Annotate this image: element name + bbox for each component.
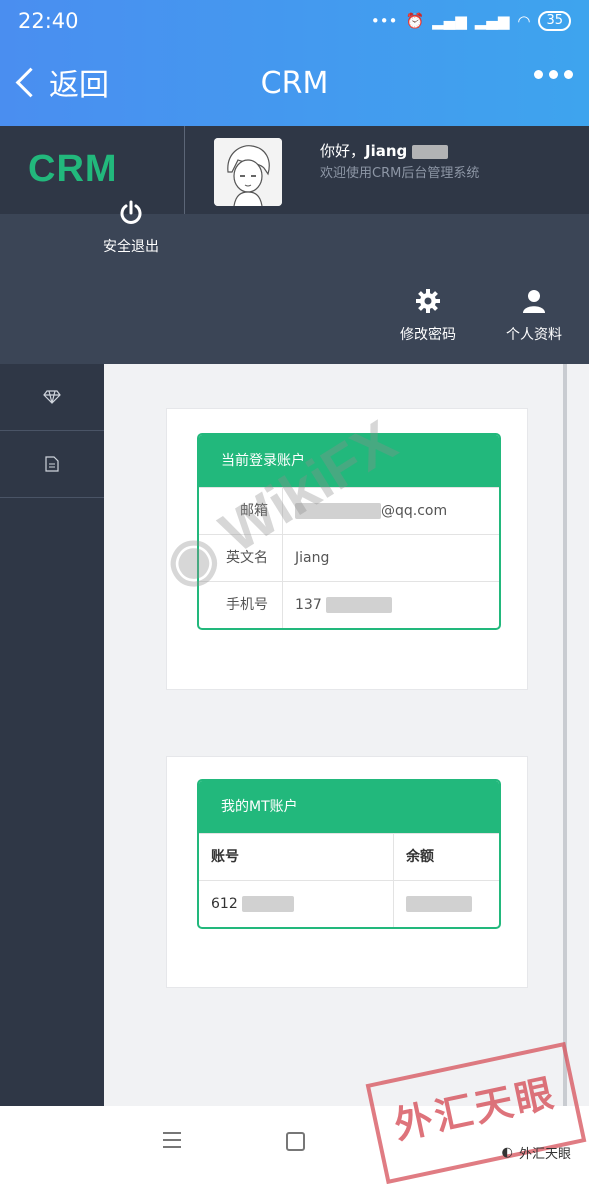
table-row: 邮箱 @qq.com bbox=[199, 487, 499, 534]
account-card: 当前登录账户 邮箱 @qq.com 英文名 Jiang 手机号 137 bbox=[197, 433, 501, 630]
scrollbar[interactable] bbox=[563, 364, 567, 1106]
table-row: 英文名 Jiang bbox=[199, 534, 499, 581]
english-name-label: 英文名 bbox=[199, 535, 283, 581]
phone-text: 137 bbox=[295, 597, 322, 613]
english-name-text: Jiang bbox=[295, 550, 330, 566]
logout-button[interactable]: 安全退出 bbox=[98, 200, 164, 256]
profile-label: 个人资料 bbox=[506, 327, 562, 343]
redacted-block bbox=[412, 144, 449, 159]
title-bar: 返回 CRM bbox=[0, 44, 589, 126]
wechat-source: ◐ 外汇天眼 bbox=[502, 1143, 571, 1162]
main-content: 当前登录账户 邮箱 @qq.com 英文名 Jiang 手机号 137 我的MT… bbox=[104, 364, 589, 1106]
dots-icon: ••• bbox=[370, 12, 398, 30]
change-password-button[interactable]: 修改密码 bbox=[400, 288, 456, 344]
signal-icon-2: ▂▄▆ bbox=[474, 12, 510, 30]
sidebar-item-documents[interactable] bbox=[0, 431, 104, 498]
document-icon bbox=[45, 456, 59, 472]
mt-account-text: 612 bbox=[211, 896, 238, 912]
gear-icon bbox=[416, 289, 440, 313]
mt-account-cell: 612 bbox=[199, 881, 394, 927]
greeting-text: 你好， bbox=[320, 142, 366, 160]
column-header-account: 账号 bbox=[199, 834, 394, 880]
mt-card: 我的MT账户 账号 余额 612 bbox=[197, 779, 501, 929]
redacted-block bbox=[242, 896, 295, 912]
account-card-title: 当前登录账户 bbox=[199, 435, 499, 487]
mt-card-title: 我的MT账户 bbox=[199, 781, 499, 833]
more-dot-icon bbox=[549, 70, 558, 79]
username: Jiang bbox=[365, 142, 408, 160]
change-password-label: 修改密码 bbox=[400, 327, 456, 343]
status-time: 22:40 bbox=[18, 9, 79, 33]
phone-label: 手机号 bbox=[199, 582, 283, 628]
power-icon bbox=[120, 200, 142, 224]
table-row: 612 bbox=[199, 880, 499, 927]
crm-header: CRM 你好，Jiang 欢迎使用CRM后台管理系统 安全退出 修改密码 个人资… bbox=[0, 126, 589, 364]
more-dot-icon bbox=[534, 70, 543, 79]
mt-panel: 我的MT账户 账号 余额 612 bbox=[166, 756, 528, 988]
crm-logo: CRM bbox=[28, 148, 118, 190]
page-title: CRM bbox=[260, 66, 329, 101]
sidebar-item-dashboard[interactable] bbox=[0, 364, 104, 431]
more-dot-icon bbox=[564, 70, 573, 79]
mt-balance-cell bbox=[394, 881, 499, 927]
alarm-icon: ⏰ bbox=[405, 12, 425, 30]
redacted-block bbox=[295, 503, 381, 519]
wechat-label: 外汇天眼 bbox=[518, 1147, 571, 1162]
diamond-icon bbox=[43, 390, 61, 404]
logout-label: 安全退出 bbox=[103, 239, 159, 255]
menu-icon[interactable] bbox=[163, 1132, 181, 1153]
welcome-text: 欢迎使用CRM后台管理系统 bbox=[320, 166, 480, 181]
status-icons: ••• ⏰ ▂▄▆ ▂▄▆ ◠ 35 bbox=[371, 11, 571, 31]
redacted-block bbox=[326, 597, 393, 613]
status-bar: 22:40 ••• ⏰ ▂▄▆ ▂▄▆ ◠ 35 bbox=[0, 0, 589, 44]
header-divider bbox=[184, 126, 185, 214]
table-header: 账号 余额 bbox=[199, 833, 499, 880]
sidebar bbox=[0, 364, 104, 1106]
email-value: @qq.com bbox=[283, 488, 499, 534]
phone-value: 137 bbox=[283, 582, 499, 628]
user-icon bbox=[523, 290, 545, 313]
account-panel: 当前登录账户 邮箱 @qq.com 英文名 Jiang 手机号 137 bbox=[166, 408, 528, 690]
avatar[interactable] bbox=[214, 138, 282, 206]
avatar-image bbox=[214, 138, 282, 206]
battery-icon: 35 bbox=[538, 11, 571, 31]
redacted-block bbox=[406, 896, 472, 912]
signal-icon: ▂▄▆ bbox=[432, 12, 467, 30]
more-menu-button[interactable] bbox=[534, 70, 573, 79]
greeting: 你好，Jiang bbox=[320, 140, 449, 161]
home-icon[interactable] bbox=[286, 1132, 305, 1151]
english-name-value: Jiang bbox=[283, 535, 499, 581]
brand-row: CRM 你好，Jiang 欢迎使用CRM后台管理系统 bbox=[0, 126, 589, 214]
email-text: @qq.com bbox=[381, 503, 448, 519]
wechat-icon: ◐ bbox=[501, 1145, 513, 1160]
column-header-balance: 余额 bbox=[406, 849, 434, 865]
table-row: 手机号 137 bbox=[199, 581, 499, 628]
wifi-icon: ◠ bbox=[517, 12, 531, 30]
email-label: 邮箱 bbox=[199, 488, 283, 534]
profile-button[interactable]: 个人资料 bbox=[506, 288, 562, 344]
